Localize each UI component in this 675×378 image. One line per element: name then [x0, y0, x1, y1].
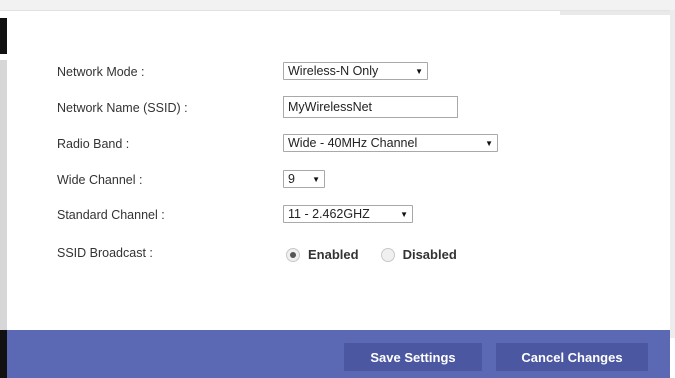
radio-band-label: Radio Band :: [57, 137, 130, 151]
radio-band-value: Wide - 40MHz Channel: [288, 136, 418, 150]
ssid-broadcast-enabled-label[interactable]: Enabled: [308, 247, 359, 262]
save-settings-button[interactable]: Save Settings: [344, 343, 482, 371]
network-mode-select[interactable]: Wireless-N Only ▼: [283, 62, 428, 80]
left-edge-light: [0, 60, 7, 338]
ssid-broadcast-enabled-radio[interactable]: [286, 247, 300, 262]
ssid-value: MyWirelessNet: [288, 100, 373, 114]
network-name-label: Network Name (SSID) :: [57, 101, 188, 115]
standard-channel-value: 11 - 2.462GHZ: [288, 207, 370, 221]
wide-channel-value: 9: [288, 172, 295, 186]
wide-channel-label: Wide Channel :: [57, 173, 143, 187]
ssid-broadcast-radio-group: Enabled Disabled: [286, 247, 471, 262]
wide-channel-select[interactable]: 9 ▼: [283, 170, 325, 188]
dropdown-arrow-icon: ▼: [400, 209, 408, 219]
radio-dot-icon: [290, 251, 296, 258]
network-mode-label: Network Mode :: [57, 65, 145, 79]
ssid-broadcast-disabled-radio[interactable]: [380, 247, 395, 262]
standard-channel-select[interactable]: 11 - 2.462GHZ ▼: [283, 205, 413, 223]
dropdown-arrow-icon: ▼: [485, 138, 493, 148]
top-accent: [560, 11, 675, 15]
ssid-broadcast-disabled-label[interactable]: Disabled: [403, 247, 457, 262]
footer-left-edge: [0, 330, 7, 378]
dropdown-arrow-icon: ▼: [415, 66, 423, 76]
ssid-input[interactable]: MyWirelessNet: [283, 96, 458, 118]
radio-band-select[interactable]: Wide - 40MHz Channel ▼: [283, 134, 498, 152]
right-border: [670, 10, 675, 338]
ssid-broadcast-label: SSID Broadcast :: [57, 246, 153, 260]
cancel-changes-button[interactable]: Cancel Changes: [496, 343, 648, 371]
dropdown-arrow-icon: ▼: [312, 174, 320, 184]
top-border: [0, 0, 675, 11]
standard-channel-label: Standard Channel :: [57, 208, 165, 222]
network-mode-value: Wireless-N Only: [288, 64, 379, 78]
left-edge-dark: [0, 18, 7, 54]
